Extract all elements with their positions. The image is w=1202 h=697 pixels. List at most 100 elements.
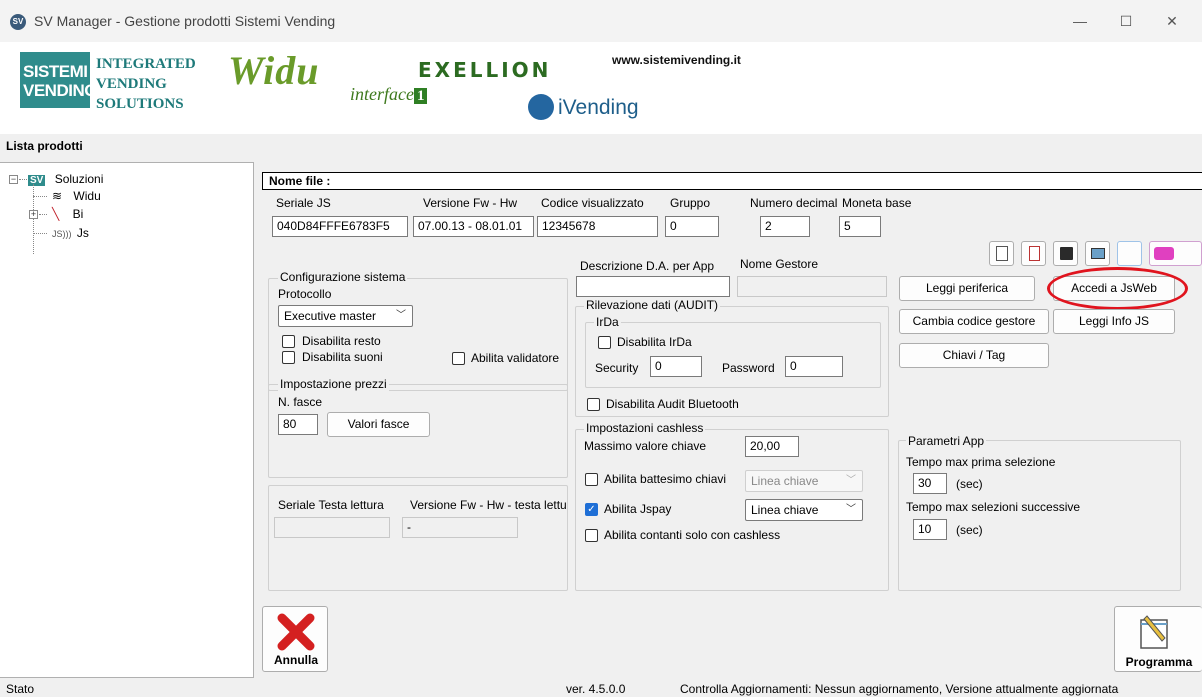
- tree-item-label: Widu: [73, 189, 101, 203]
- testa-seriale-field[interactable]: [274, 517, 390, 538]
- sv-badge-icon: SV: [28, 175, 46, 186]
- tag-icon: [1154, 247, 1174, 260]
- ivending-logo: iVending: [558, 96, 639, 119]
- protocollo-value: Executive master: [284, 309, 377, 323]
- programma-button[interactable]: Programma: [1114, 606, 1202, 672]
- decimali-field[interactable]: 2: [760, 216, 810, 237]
- disabilita-resto-checkbox[interactable]: [282, 335, 295, 348]
- update-status: Controlla Aggiornamenti: Nessun aggiorna…: [680, 682, 1119, 696]
- tree-item-bi[interactable]: ╲ Bi: [52, 207, 83, 221]
- testa-versione-label: Versione Fw - Hw - testa lettu: [410, 498, 567, 512]
- exellion-logo: EXELLION: [418, 58, 552, 82]
- battesimo-select[interactable]: Linea chiave ﹀: [745, 470, 863, 492]
- sistemi-vending-logo: SISTEMI VENDING: [20, 52, 97, 108]
- tree-root[interactable]: SV Soluzioni: [28, 172, 103, 186]
- configurazione-title: Configurazione sistema: [278, 270, 408, 284]
- save-icon: [1060, 247, 1073, 260]
- cambia-codice-button[interactable]: Cambia codice gestore: [899, 309, 1049, 334]
- seriale-field[interactable]: 040D84FFFE6783F5: [272, 216, 408, 237]
- disabilita-suoni-checkbox[interactable]: [282, 351, 295, 364]
- jspay-checkbox[interactable]: ✓: [585, 503, 598, 516]
- prima-selezione-label: Tempo max prima selezione: [906, 455, 1056, 469]
- moneta-label: Moneta base: [842, 196, 912, 210]
- minimize-button[interactable]: —: [1060, 8, 1100, 34]
- cancel-x-icon: [277, 613, 315, 651]
- contanti-checkbox[interactable]: [585, 529, 598, 542]
- successive-label: Tempo max selezioni successive: [906, 500, 1081, 514]
- prezzi-title: Impostazione prezzi: [278, 377, 389, 391]
- tree-item-widu[interactable]: ≋ Widu: [52, 189, 101, 203]
- descrizione-field[interactable]: [576, 276, 730, 297]
- widu-logo: Widu: [228, 48, 320, 93]
- chiavi-tag-button[interactable]: Chiavi / Tag: [899, 343, 1049, 368]
- versione-label: Versione Fw - Hw: [423, 196, 518, 210]
- codice-field[interactable]: 12345678: [537, 216, 658, 237]
- gruppo-field[interactable]: 0: [665, 216, 719, 237]
- annulla-button[interactable]: Annulla: [262, 606, 328, 672]
- chevron-down-icon: ﹀: [396, 310, 406, 321]
- interface1-logo: interface 1: [350, 84, 428, 105]
- descrizione-label: Descrizione D.A. per App: [580, 259, 715, 273]
- highlight-ellipse: [1047, 267, 1188, 310]
- prima-selezione-field[interactable]: 30: [913, 473, 947, 494]
- jspay-select[interactable]: Linea chiave ﹀: [745, 499, 863, 521]
- max-valore-field[interactable]: 20,00: [745, 436, 799, 457]
- password-field[interactable]: 0: [785, 356, 843, 377]
- collapse-icon[interactable]: −: [9, 175, 18, 184]
- ivs-line3: SOLUTIONS: [96, 96, 184, 112]
- disabilita-resto-label: Disabilita resto: [302, 334, 381, 348]
- moneta-field[interactable]: 5: [839, 216, 881, 237]
- open-file-button[interactable]: [1021, 241, 1046, 266]
- valori-fasce-button[interactable]: Valori fasce: [327, 412, 430, 437]
- battesimo-select-value: Linea chiave: [751, 474, 819, 488]
- protocollo-label: Protocollo: [278, 287, 332, 301]
- new-file-icon: [996, 246, 1008, 261]
- battesimo-checkbox[interactable]: [585, 473, 598, 486]
- window-title: SV Manager - Gestione prodotti Sistemi V…: [34, 13, 336, 29]
- version-label: ver. 4.5.0.0: [566, 682, 626, 696]
- irda-group: [585, 322, 881, 388]
- pink-tag-button[interactable]: [1149, 241, 1202, 266]
- expand-icon[interactable]: +: [29, 210, 38, 219]
- notepad-pencil-icon: [1140, 615, 1168, 649]
- fasce-field[interactable]: 80: [278, 414, 318, 435]
- upload-button[interactable]: [1085, 241, 1110, 266]
- disabilita-irda-checkbox[interactable]: [598, 336, 611, 349]
- website-link: www.sistemivending.it: [612, 53, 741, 67]
- programma-label: Programma: [1125, 655, 1193, 669]
- jspay-label: Abilita Jspay: [604, 502, 672, 516]
- leggi-periferica-button[interactable]: Leggi periferica: [899, 276, 1035, 301]
- fasce-label: N. fasce: [278, 395, 323, 409]
- audit-title: Rilevazione dati (AUDIT): [584, 298, 721, 312]
- close-button[interactable]: ✕: [1152, 8, 1192, 34]
- codice-label: Codice visualizzato: [541, 196, 644, 210]
- tree-item-js[interactable]: JS))) Js: [52, 226, 89, 240]
- decimali-label: Numero decimal: [750, 196, 838, 210]
- abilita-validatore-label: Abilita validatore: [471, 351, 560, 365]
- disabilita-bluetooth-label: Disabilita Audit Bluetooth: [606, 397, 739, 411]
- chevron-down-icon: ﹀: [846, 504, 856, 515]
- testa-versione-field[interactable]: -: [402, 517, 518, 538]
- maximize-button[interactable]: ☐: [1106, 8, 1146, 34]
- testa-seriale-label: Seriale Testa lettura: [278, 498, 384, 512]
- abilita-validatore-checkbox[interactable]: [452, 352, 465, 365]
- chevron-down-icon: ﹀: [846, 475, 856, 486]
- protocollo-select[interactable]: Executive master ﹀: [278, 305, 413, 327]
- new-file-button[interactable]: [989, 241, 1014, 266]
- versione-field[interactable]: 07.00.13 - 08.01.01: [413, 216, 534, 237]
- successive-unit: (sec): [956, 523, 983, 537]
- blank-button[interactable]: [1117, 241, 1142, 266]
- cashless-title: Impostazioni cashless: [584, 421, 706, 435]
- disabilita-suoni-label: Disabilita suoni: [302, 350, 383, 364]
- security-field[interactable]: 0: [650, 356, 702, 377]
- leggi-info-button[interactable]: Leggi Info JS: [1053, 309, 1175, 334]
- gestore-label: Nome Gestore: [740, 257, 819, 271]
- product-tree[interactable]: − SV Soluzioni ≋ Widu + ╲ Bi JS))) Js: [0, 162, 254, 678]
- gestore-field[interactable]: [737, 276, 887, 297]
- security-label: Security: [595, 361, 639, 375]
- successive-field[interactable]: 10: [913, 519, 947, 540]
- irda-title: IrDa: [594, 315, 621, 329]
- disabilita-bluetooth-checkbox[interactable]: [587, 398, 600, 411]
- max-valore-label: Massimo valore chiave: [584, 439, 707, 453]
- save-button[interactable]: [1053, 241, 1078, 266]
